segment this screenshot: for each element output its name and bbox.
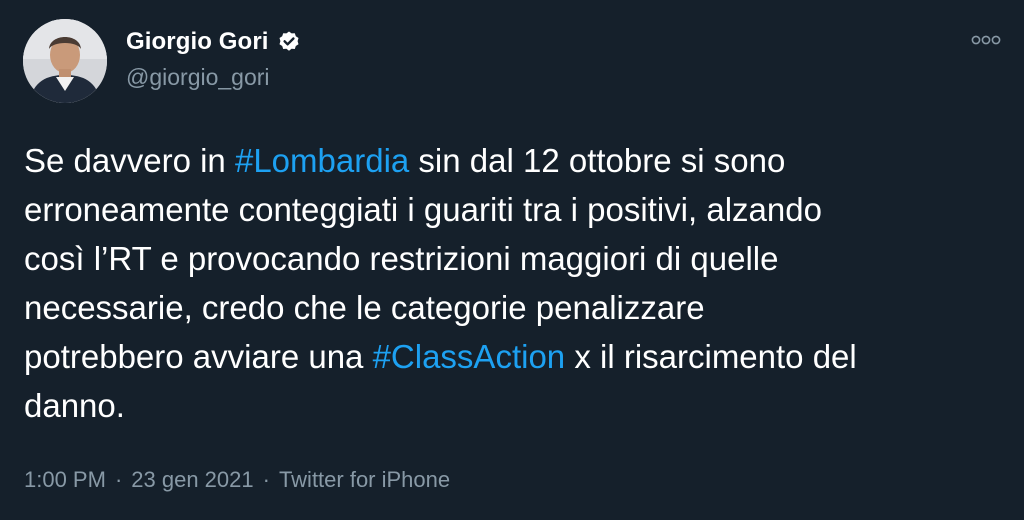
meta-separator: · xyxy=(114,467,123,492)
tweet-text-line: potrebbero avviare una #ClassAction x il… xyxy=(24,332,1009,381)
tweet-text-segment: erroneamente conteggiati i guariti tra i… xyxy=(24,191,822,228)
more-options-icon xyxy=(971,35,1001,45)
tweet-text-segment: danno. xyxy=(24,387,125,424)
avatar[interactable] xyxy=(23,19,107,103)
tweet-text-segment: x il risarcimento del xyxy=(565,338,857,375)
tweet-text-segment: Se davvero in xyxy=(24,142,235,179)
tweet-text-line: necessarie, credo che le categorie penal… xyxy=(24,283,1009,332)
tweet-card: Giorgio Gori @giorgio_gori Se davvero in… xyxy=(0,0,1024,520)
tweet-time[interactable]: 1:00 PM xyxy=(24,467,106,493)
author-display-name[interactable]: Giorgio Gori xyxy=(126,28,269,56)
author-name-row: Giorgio Gori xyxy=(126,28,301,56)
more-options-button[interactable] xyxy=(968,28,1004,52)
tweet-text-segment: sin dal 12 ottobre si sono xyxy=(409,142,786,179)
tweet-text: Se davvero in #Lombardia sin dal 12 otto… xyxy=(24,136,1009,430)
tweet-text-line: Se davvero in #Lombardia sin dal 12 otto… xyxy=(24,136,1009,185)
hashtag-link[interactable]: #ClassAction xyxy=(373,338,566,375)
tweet-text-line: così l’RT e provocando restrizioni maggi… xyxy=(24,234,1009,283)
tweet-date[interactable]: 23 gen 2021 xyxy=(131,467,253,493)
meta-separator: · xyxy=(262,467,270,492)
tweet-text-segment: necessarie, credo che le categorie penal… xyxy=(24,289,705,326)
hashtag-link[interactable]: #Lombardia xyxy=(235,142,409,179)
tweet-meta: 1:00 PM · 23 gen 2021 · Twitter for iPho… xyxy=(24,467,450,493)
author-handle[interactable]: @giorgio_gori xyxy=(126,64,270,91)
tweet-text-line: danno. xyxy=(24,381,1009,430)
tweet-text-segment: così l’RT e provocando restrizioni maggi… xyxy=(24,240,779,277)
tweet-source[interactable]: Twitter for iPhone xyxy=(279,467,450,493)
verified-badge-icon xyxy=(277,30,301,54)
tweet-text-segment: potrebbero avviare una xyxy=(24,338,373,375)
tweet-text-line: erroneamente conteggiati i guariti tra i… xyxy=(24,185,1009,234)
